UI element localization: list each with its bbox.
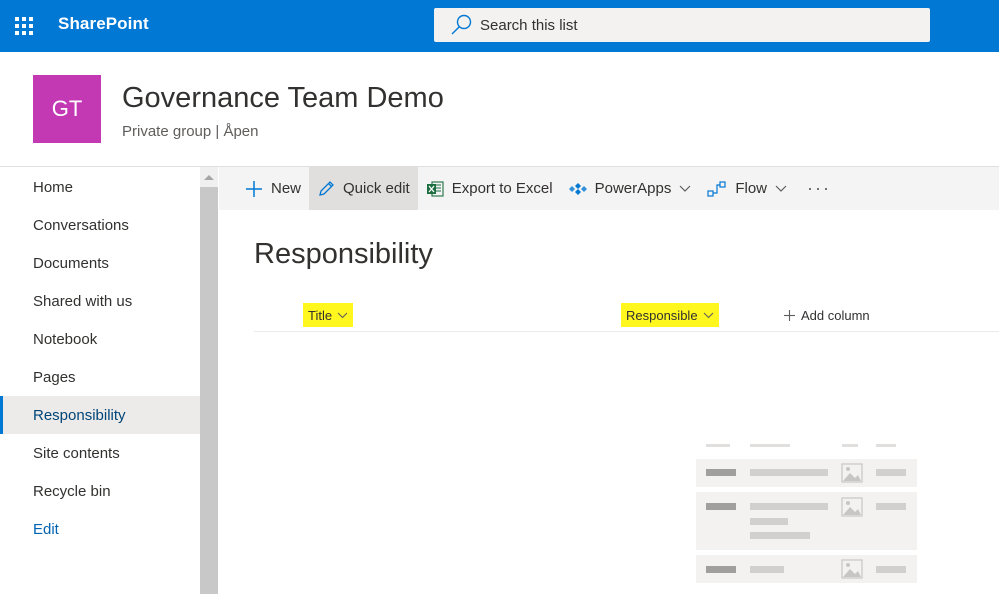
list-title: Responsibility <box>254 238 433 270</box>
powerapps-icon <box>568 180 587 198</box>
command-bar: New Quick edit Export to Excel PowerApps… <box>219 167 999 210</box>
flow-icon <box>707 180 727 198</box>
nav-item-pages[interactable]: Pages <box>0 358 200 396</box>
nav-item-home[interactable]: Home <box>0 168 200 206</box>
new-button[interactable]: New <box>243 167 309 210</box>
column-header-title-label: Title <box>308 307 333 323</box>
app-launcher-button[interactable] <box>0 0 48 52</box>
excel-icon <box>426 180 444 198</box>
column-header-responsible[interactable]: Responsible <box>621 303 719 327</box>
nav-item-recycle-bin[interactable]: Recycle bin <box>0 472 200 510</box>
nav-item-documents[interactable]: Documents <box>0 244 200 282</box>
waffle-icon <box>15 17 33 35</box>
pencil-icon <box>317 180 335 198</box>
search-icon <box>451 14 472 35</box>
suite-bar: SharePoint Search this list <box>0 0 999 52</box>
powerapps-label: PowerApps <box>594 180 672 197</box>
nav-item-responsibility[interactable]: Responsibility <box>0 396 200 434</box>
nav-items: Home Conversations Documents Shared with… <box>0 167 200 548</box>
flow-button[interactable]: Flow <box>699 167 795 210</box>
chevron-down-icon <box>679 185 691 193</box>
quick-edit-label: Quick edit <box>343 180 410 197</box>
empty-list-illustration <box>696 444 917 583</box>
powerapps-button[interactable]: PowerApps <box>561 167 700 210</box>
flow-label: Flow <box>735 180 767 197</box>
nav-edit-link[interactable]: Edit <box>0 510 200 548</box>
new-button-label: New <box>271 180 302 197</box>
left-nav: Home Conversations Documents Shared with… <box>0 167 200 594</box>
scroll-up-button[interactable] <box>200 167 218 187</box>
chevron-down-icon <box>775 185 787 193</box>
chevron-down-icon <box>337 312 348 319</box>
nav-item-shared-with-us[interactable]: Shared with us <box>0 282 200 320</box>
site-title[interactable]: Governance Team Demo <box>122 82 444 115</box>
search-placeholder: Search this list <box>480 16 578 34</box>
more-icon: ··· <box>807 178 831 198</box>
site-subtitle: Private group | Åpen <box>122 123 259 140</box>
site-logo[interactable]: GT <box>33 75 101 143</box>
column-header-responsible-label: Responsible <box>626 307 698 323</box>
export-to-excel-button[interactable]: Export to Excel <box>418 167 561 210</box>
add-column-label: Add column <box>801 307 870 323</box>
search-box[interactable]: Search this list <box>434 8 930 42</box>
app-name-link[interactable]: SharePoint <box>58 14 149 34</box>
more-button[interactable]: ··· <box>795 167 839 210</box>
scroll-up-arrow-icon <box>204 174 214 180</box>
column-header-title[interactable]: Title <box>303 303 354 327</box>
add-column-button[interactable]: Add column <box>784 303 870 327</box>
nav-item-notebook[interactable]: Notebook <box>0 320 200 358</box>
plus-icon <box>245 180 263 198</box>
site-logo-initials: GT <box>51 96 83 121</box>
quick-edit-button[interactable]: Quick edit <box>309 167 418 210</box>
nav-scrollbar[interactable] <box>200 167 218 594</box>
column-header-row: Title Responsible Add column <box>254 296 999 332</box>
plus-icon <box>784 309 795 321</box>
chevron-down-icon <box>703 312 714 319</box>
site-header: GT Governance Team Demo Private group | … <box>0 52 999 166</box>
nav-item-site-contents[interactable]: Site contents <box>0 434 200 472</box>
nav-item-conversations[interactable]: Conversations <box>0 206 200 244</box>
export-to-excel-label: Export to Excel <box>451 180 553 197</box>
